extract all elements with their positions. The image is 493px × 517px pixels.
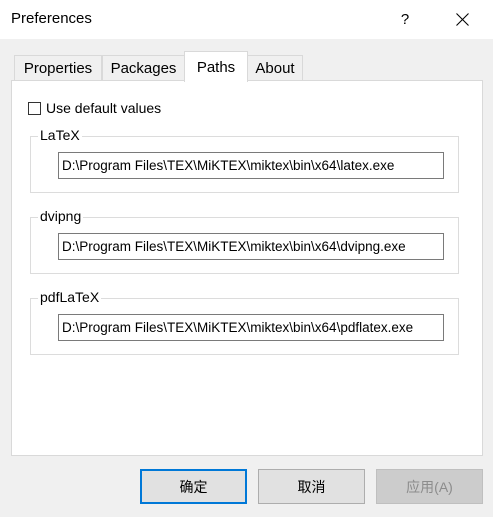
pdflatex-path-input[interactable]: D:\Program Files\TEX\MiKTEX\miktex\bin\x…	[58, 314, 444, 341]
tab-paths[interactable]: Paths	[184, 51, 248, 82]
dvipng-path-input[interactable]: D:\Program Files\TEX\MiKTEX\miktex\bin\x…	[58, 233, 444, 260]
cancel-button[interactable]: 取消	[258, 469, 365, 504]
help-button[interactable]: ?	[382, 0, 428, 39]
ok-button-label: 确定	[179, 478, 208, 495]
preferences-dialog: Preferences ? Properties Packages Paths …	[0, 0, 493, 517]
use-default-values-row[interactable]: Use default values	[28, 100, 161, 116]
ok-button[interactable]: 确定	[140, 469, 247, 504]
close-icon	[455, 13, 469, 26]
title-bar: Preferences ?	[0, 0, 493, 39]
pdflatex-path-group: pdfLaTeX D:\Program Files\TEX\MiKTEX\mik…	[30, 289, 459, 355]
tab-label: Packages	[110, 60, 177, 77]
apply-button-label: 应用(A)	[406, 478, 453, 495]
use-default-values-label: Use default values	[46, 100, 162, 116]
use-default-values-checkbox[interactable]	[28, 101, 41, 115]
help-icon: ?	[400, 11, 410, 28]
pdflatex-group-legend: pdfLaTeX	[38, 289, 102, 305]
apply-button[interactable]: 应用(A)	[376, 469, 483, 504]
tab-properties[interactable]: Properties	[14, 55, 102, 81]
dvipng-path-group: dvipng D:\Program Files\TEX\MiKTEX\mikte…	[30, 208, 459, 274]
tab-about[interactable]: About	[247, 55, 303, 81]
window-title: Preferences	[11, 10, 92, 27]
dvipng-group-legend: dvipng	[38, 208, 84, 224]
tab-label: Properties	[23, 60, 93, 77]
latex-group-legend: LaTeX	[38, 127, 82, 143]
close-button[interactable]	[439, 0, 485, 39]
cancel-button-label: 取消	[297, 478, 326, 495]
latex-path-group: LaTeX D:\Program Files\TEX\MiKTEX\miktex…	[30, 127, 459, 193]
tab-packages[interactable]: Packages	[102, 55, 185, 81]
tab-label: About	[255, 60, 295, 77]
tab-label: Paths	[196, 58, 236, 76]
latex-path-input[interactable]: D:\Program Files\TEX\MiKTEX\miktex\bin\x…	[58, 152, 444, 179]
